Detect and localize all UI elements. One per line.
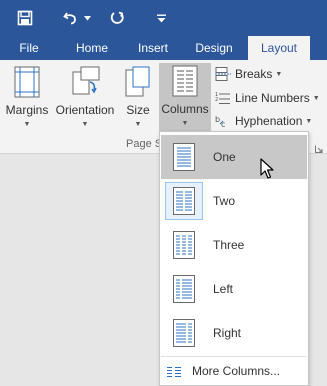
menu-item-three[interactable]: Three [161,223,307,267]
size-button[interactable]: Size ▼ [122,64,154,134]
menu-item-right[interactable]: Right [161,311,307,355]
columns-icon [172,65,198,97]
hyphenation-button[interactable]: b c Hyphenation ▼ [214,111,312,131]
right-column-icon [165,314,203,352]
columns-button[interactable]: Columns ▼ [159,63,211,135]
menu-item-label: Right [213,326,242,340]
save-icon[interactable] [12,6,38,30]
orientation-button[interactable]: Orientation ▼ [54,64,116,134]
svg-text:2: 2 [215,97,218,103]
customize-qat-icon[interactable] [152,6,170,30]
menu-item-one[interactable]: One [161,135,307,179]
hyphenation-icon: b c [214,113,232,129]
redo-icon[interactable] [106,6,128,30]
more-columns-icon [167,365,181,383]
chevron-down-icon[interactable] [82,6,92,30]
menu-item-left[interactable]: Left [161,267,307,311]
more-columns-button[interactable]: More Columns... [161,359,307,383]
breaks-button[interactable]: Breaks ▼ [214,64,282,84]
two-columns-icon [165,182,203,220]
menu-item-label: Left [213,282,234,296]
margins-button[interactable]: Margins ▼ [4,64,50,134]
mouse-cursor-icon [260,158,274,185]
line-numbers-label: Line Numbers [235,91,310,105]
chevron-down-icon: ▼ [181,120,189,127]
size-label: Size [126,103,150,117]
menu-item-label: Three [213,238,245,252]
chevron-down-icon: ▼ [81,121,89,128]
tab-file[interactable]: File [8,36,50,60]
size-icon [125,66,151,98]
line-numbers-button[interactable]: 1 2 Line Numbers ▼ [214,88,320,108]
tab-design[interactable]: Design [186,36,242,60]
tab-insert[interactable]: Insert [124,36,182,60]
columns-label: Columns [161,102,209,116]
orientation-icon [69,66,101,98]
title-bar [0,0,327,36]
menu-divider [161,356,307,357]
hyphenation-label: Hyphenation [235,114,303,128]
ribbon-tabs: File Home Insert Design Layout [0,36,327,60]
tab-home[interactable]: Home [64,36,120,60]
chevron-down-icon: ▼ [23,121,31,128]
menu-item-label: Two [213,194,236,208]
left-column-icon [165,270,203,308]
three-columns-icon [165,226,203,264]
margins-icon [14,66,40,98]
breaks-label: Breaks [235,67,273,81]
chevron-down-icon: ▼ [275,70,283,78]
margins-label: Margins [5,103,49,117]
columns-menu: One Two Three Left Right More Columns... [159,131,309,386]
tab-layout[interactable]: Layout [248,36,310,60]
menu-item-label: One [213,150,236,164]
menu-item-two[interactable]: Two [161,179,307,223]
svg-text:c: c [221,120,225,128]
more-columns-label: More Columns... [192,364,281,378]
undo-icon[interactable] [60,6,82,30]
line-numbers-icon: 1 2 [214,90,232,106]
svg-text:b: b [215,115,220,124]
breaks-icon [214,66,232,82]
page-setup-group-label: Page S [126,138,163,150]
chevron-down-icon: ▼ [312,94,320,102]
chevron-down-icon: ▼ [305,117,313,125]
chevron-down-icon: ▼ [134,121,142,128]
orientation-label: Orientation [55,103,115,117]
one-column-icon [165,138,203,176]
